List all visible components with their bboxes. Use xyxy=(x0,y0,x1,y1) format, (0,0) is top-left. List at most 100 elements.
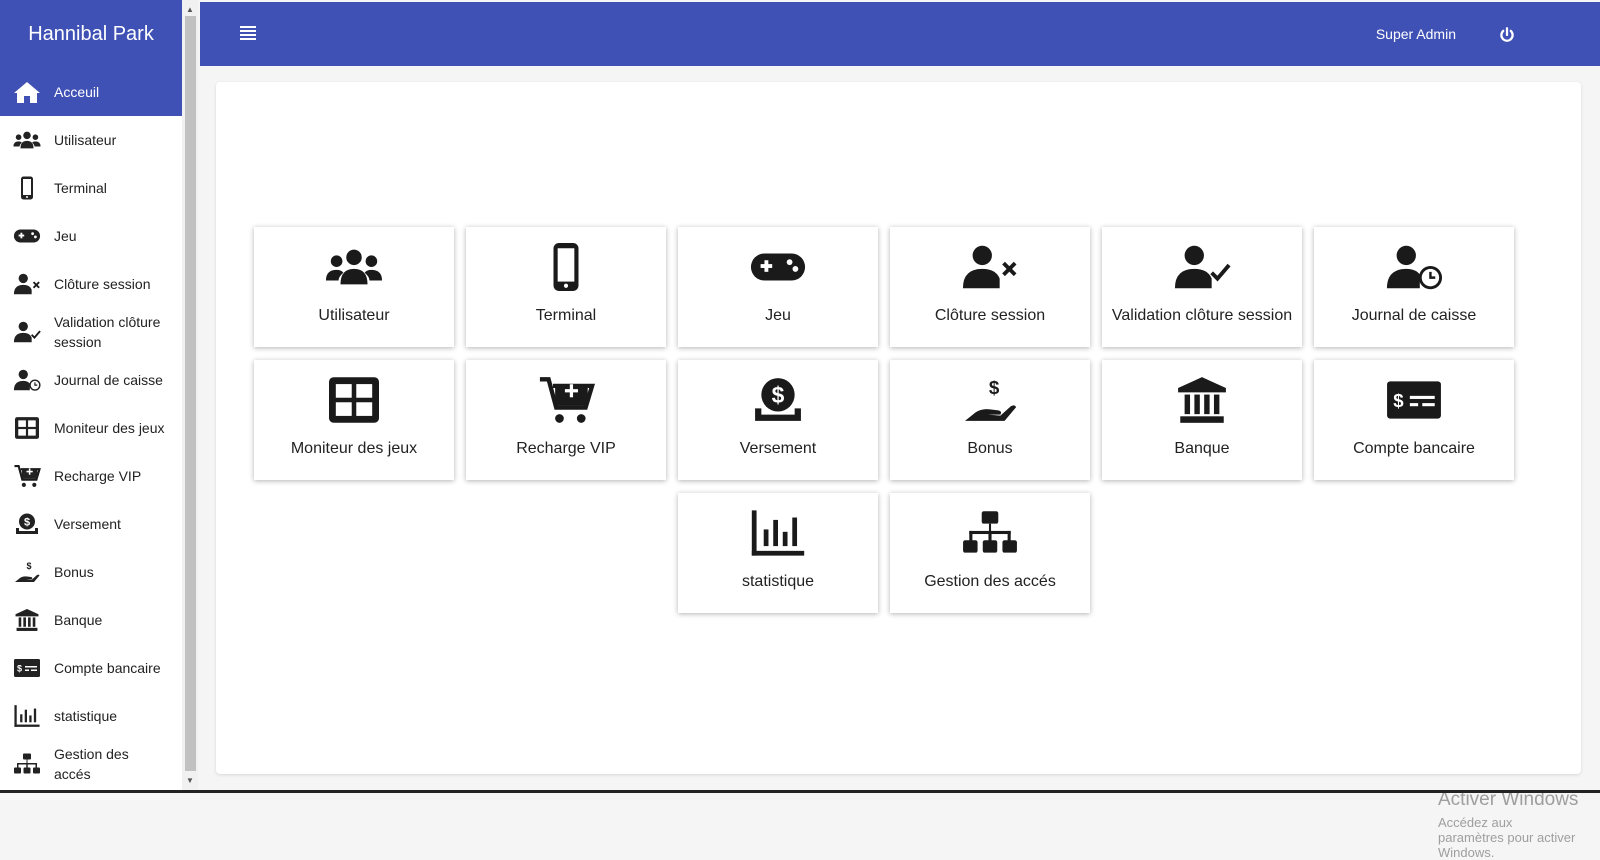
sidebar-item-journal-de-caisse[interactable]: Journal de caisse xyxy=(0,356,182,404)
sidebar-item-label: Versement xyxy=(54,516,121,532)
users-icon xyxy=(325,241,383,293)
tile-statistique[interactable]: statistique xyxy=(678,493,878,613)
user-check-icon xyxy=(12,318,42,346)
sidebar-item-label: Moniteur des jeux xyxy=(54,420,165,436)
sidebar-item-label: Recharge VIP xyxy=(54,468,142,484)
sidebar-item-utilisateur[interactable]: Utilisateur xyxy=(0,116,182,164)
tile-bonus[interactable]: $ Bonus xyxy=(890,360,1090,480)
sidebar-item-jeu[interactable]: Jeu xyxy=(0,212,182,260)
sidebar-item-clôture-session[interactable]: Clôture session xyxy=(0,260,182,308)
grid-icon xyxy=(325,374,383,426)
home-icon xyxy=(12,78,42,106)
user-x-icon xyxy=(961,241,1019,293)
user-check-icon xyxy=(1173,241,1231,293)
tile-label: Bonus xyxy=(967,440,1013,457)
tile-label: Versement xyxy=(739,440,817,457)
sidebar-item-label: Jeu xyxy=(54,228,77,244)
sidebar-item-versement[interactable]: $ Versement xyxy=(0,500,182,548)
bank-icon xyxy=(1173,374,1231,426)
gamepad-icon xyxy=(749,241,807,293)
sidebar-item-acceuil[interactable]: Acceuil xyxy=(0,68,182,116)
sidebar-item-statistique[interactable]: statistique xyxy=(0,692,182,740)
tile-gestion-des-accés[interactable]: Gestion des accés xyxy=(890,493,1090,613)
svg-text:$: $ xyxy=(772,382,785,408)
tile-label: Moniteur des jeux xyxy=(290,440,418,457)
sidebar-item-banque[interactable]: Banque xyxy=(0,596,182,644)
tile-validation-clôture-session[interactable]: Validation clôture session xyxy=(1102,227,1302,347)
sidebar-item-gestion-des-accés[interactable]: Gestion des accés xyxy=(0,740,182,788)
activation-description: Accédez aux paramètres pour activer Wind… xyxy=(1438,815,1576,860)
mobile-icon xyxy=(12,174,42,202)
tile-recharge-vip[interactable]: Recharge VIP xyxy=(466,360,666,480)
tile-terminal[interactable]: Terminal xyxy=(466,227,666,347)
sidebar-item-label: Validation clôture session xyxy=(54,314,161,350)
tile-journal-de-caisse[interactable]: Journal de caisse xyxy=(1314,227,1514,347)
scroll-down-arrow-icon[interactable]: ▼ xyxy=(182,773,198,787)
svg-text:$: $ xyxy=(17,664,22,674)
sidebar-item-recharge-vip[interactable]: Recharge VIP xyxy=(0,452,182,500)
sitemap-icon xyxy=(12,750,42,778)
sidebar: Hannibal Park Acceuil Utilisateur Terminal… xyxy=(0,0,182,793)
tile-label: Gestion des accés xyxy=(924,573,1056,590)
sidebar-item-bonus[interactable]: $ Bonus xyxy=(0,548,182,596)
sidebar-item-compte-bancaire[interactable]: $ Compte bancaire xyxy=(0,644,182,692)
sidebar-scrollbar[interactable]: ▲ ▼ xyxy=(182,0,198,793)
top-bar: Super Admin xyxy=(200,2,1600,66)
sidebar-item-terminal[interactable]: Terminal xyxy=(0,164,182,212)
tile-label: statistique xyxy=(741,573,815,590)
tile-label: Validation clôture session xyxy=(1111,307,1293,324)
user-x-icon xyxy=(12,270,42,298)
cart-plus-icon xyxy=(537,374,595,426)
sidebar-item-moniteur-des-jeux[interactable]: Moniteur des jeux xyxy=(0,404,182,452)
power-icon[interactable] xyxy=(1498,26,1516,44)
sidebar-item-label: Gestion des accés xyxy=(54,746,129,782)
tile-label: Jeu xyxy=(765,307,791,324)
sidebar-item-validation-clôture-session[interactable]: Validation clôture session xyxy=(0,308,182,356)
bar-chart-icon xyxy=(749,507,807,559)
cheque-icon: $ xyxy=(1385,374,1443,426)
mobile-icon xyxy=(537,241,595,293)
svg-text:$: $ xyxy=(24,517,30,529)
tile-compte-bancaire[interactable]: $ Compte bancaire xyxy=(1314,360,1514,480)
tile-banque[interactable]: Banque xyxy=(1102,360,1302,480)
tile-label: Banque xyxy=(1174,440,1230,457)
sidebar-item-label: Acceuil xyxy=(54,84,100,100)
cart-plus-icon xyxy=(12,462,42,490)
sidebar-item-label: Banque xyxy=(54,612,103,628)
windows-activation-watermark: Activer Windows Accédez aux paramètres p… xyxy=(1438,789,1581,860)
tile-versement[interactable]: $ Versement xyxy=(678,360,878,480)
tile-utilisateur[interactable]: Utilisateur xyxy=(254,227,454,347)
cheque-icon: $ xyxy=(12,654,42,682)
scroll-up-arrow-icon[interactable]: ▲ xyxy=(182,2,198,16)
sidebar-item-label: Journal de caisse xyxy=(54,372,163,388)
sidebar-menu: Acceuil Utilisateur Terminal Jeu Clôture ses… xyxy=(0,68,182,788)
sidebar-item-label: Clôture session xyxy=(54,276,151,292)
users-icon xyxy=(12,126,42,154)
user-clock-icon xyxy=(1385,241,1443,293)
tile-moniteur-des-jeux[interactable]: Moniteur des jeux xyxy=(254,360,454,480)
scrollbar-thumb[interactable] xyxy=(185,16,196,771)
bar-chart-icon xyxy=(12,702,42,730)
tile-jeu[interactable]: Jeu xyxy=(678,227,878,347)
app-title[interactable]: Hannibal Park xyxy=(0,0,182,68)
hand-dollar-icon: $ xyxy=(12,558,42,586)
svg-text:$: $ xyxy=(26,561,31,571)
tile-clôture-session[interactable]: Clôture session xyxy=(890,227,1090,347)
sidebar-item-label: Terminal xyxy=(54,180,107,196)
grid-icon xyxy=(12,414,42,442)
sidebar-item-label: Compte bancaire xyxy=(54,660,161,676)
menu-toggle-icon[interactable] xyxy=(240,24,256,42)
dollar-tray-icon: $ xyxy=(749,374,807,426)
gamepad-icon xyxy=(12,222,42,250)
sidebar-item-label: Utilisateur xyxy=(54,132,117,148)
sidebar-item-label: statistique xyxy=(54,708,118,724)
sidebar-item-label: Bonus xyxy=(54,564,94,580)
bank-icon xyxy=(12,606,42,634)
user-clock-icon xyxy=(12,366,42,394)
tile-label: Journal de caisse xyxy=(1351,307,1477,324)
svg-text:$: $ xyxy=(989,377,1000,398)
user-name[interactable]: Super Admin xyxy=(1376,26,1456,42)
dollar-tray-icon: $ xyxy=(12,510,42,538)
tile-label: Terminal xyxy=(535,307,597,324)
dashboard-card: Utilisateur Terminal Jeu Clôture session Val… xyxy=(216,82,1581,860)
